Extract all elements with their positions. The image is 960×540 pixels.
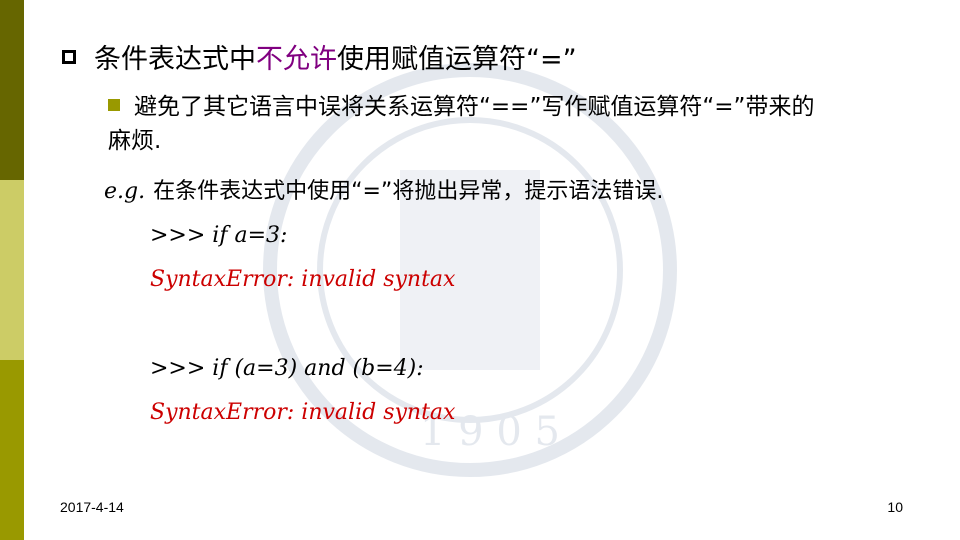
footer-date: 2017-4-14 — [60, 499, 124, 515]
side-bar-bottom — [0, 360, 24, 540]
slide-heading: 条件表达式中不允许使用赋值运算符“=” — [62, 42, 577, 78]
heading-highlight: 不允许 — [256, 44, 337, 75]
code-line-2: >>> if (a=3) and (b=4): — [150, 356, 424, 381]
code-error-1: SyntaxError: invalid syntax — [150, 267, 456, 292]
sub-bullet-line1: 避免了其它语言中误将关系运算符“==”写作赋值运算符“=”带来的 — [134, 94, 815, 120]
sub-bullet-line2: 麻烦. — [108, 128, 162, 154]
filled-square-bullet-icon — [108, 99, 120, 111]
square-bullet-icon — [62, 50, 76, 64]
page-number: 10 — [887, 499, 903, 515]
code-error-2: SyntaxError: invalid syntax — [150, 400, 456, 425]
example-prefix: e.g. — [104, 179, 146, 204]
example-line: e.g. 在条件表达式中使用“=”将抛出异常，提示语法错误. — [104, 175, 663, 209]
heading-text-part1: 条件表达式中 — [94, 44, 256, 75]
side-bar-middle — [0, 180, 24, 360]
side-bar-top — [0, 0, 24, 180]
code-line-1: >>> if a=3: — [150, 223, 288, 248]
sub-bullet: 避免了其它语言中误将关系运算符“==”写作赋值运算符“=”带来的 麻烦. — [108, 90, 908, 158]
heading-text-part2: 使用赋值运算符“=” — [337, 44, 577, 75]
example-text: 在条件表达式中使用“=”将抛出异常，提示语法错误. — [153, 179, 664, 204]
